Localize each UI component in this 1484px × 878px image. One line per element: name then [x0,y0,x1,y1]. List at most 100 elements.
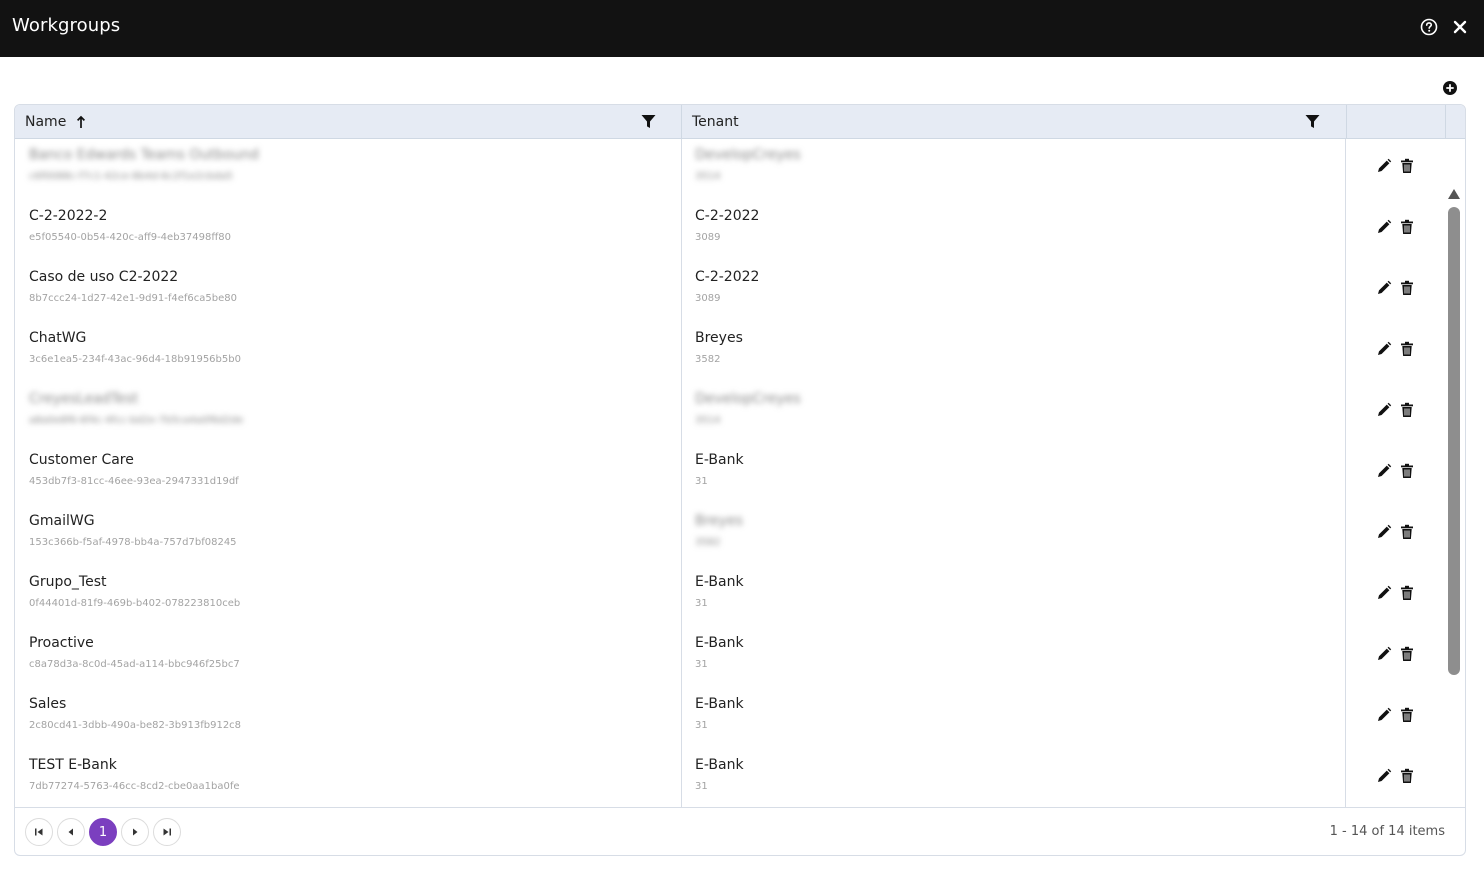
next-page-button[interactable] [121,818,149,846]
delete-button[interactable] [1398,340,1416,358]
last-page-button[interactable] [153,818,181,846]
edit-button[interactable] [1375,340,1393,358]
trash-icon [1400,524,1414,540]
tenant-id: 31 [695,476,708,487]
workgroup-name: GmailWG [29,513,95,529]
delete-button[interactable] [1398,279,1416,297]
grid-body: Banco Edwards Teams Outbound c6f0088c-f7c… [15,139,1465,807]
cell-tenant: DevelopCreyes 3514 [695,383,1335,444]
grid-header: Name Tenant [15,105,1465,139]
tenant-name: E-Bank [695,757,744,773]
table-row[interactable]: Customer Care 453db7f3-81cc-46ee-93ea-294… [15,444,1445,505]
pencil-icon [1376,585,1392,601]
edit-button[interactable] [1375,218,1393,236]
delete-button[interactable] [1398,706,1416,724]
previous-page-button[interactable] [57,818,85,846]
cell-name: Customer Care 453db7f3-81cc-46ee-93ea-294… [29,444,669,505]
workgroup-name: TEST E-Bank [29,757,117,773]
edit-button[interactable] [1375,401,1393,419]
workgroup-name: Banco Edwards Teams Outbound [29,147,259,163]
add-workgroup-button[interactable] [1441,79,1459,97]
edit-button[interactable] [1375,462,1393,480]
tenant-name: DevelopCreyes [695,391,801,407]
tenant-id: 3514 [695,171,721,182]
edit-button[interactable] [1375,584,1393,602]
delete-button[interactable] [1398,157,1416,175]
previous-page-icon [68,828,73,836]
next-page-icon [133,828,138,836]
pager: 1 1 - 14 of 14 items [15,807,1465,855]
cell-name: Sales 2c80cd41-3dbb-490a-be82-3b913fb912c… [29,688,669,749]
delete-button[interactable] [1398,401,1416,419]
pencil-icon [1376,341,1392,357]
delete-button[interactable] [1398,767,1416,785]
pencil-icon [1376,158,1392,174]
tenant-filter-icon[interactable] [1305,114,1321,130]
column-divider [1445,105,1446,139]
trash-icon [1400,341,1414,357]
delete-button[interactable] [1398,462,1416,480]
trash-icon [1400,158,1414,174]
tenant-id: 3089 [695,293,721,304]
tenant-name: C-2-2022 [695,208,760,224]
trash-icon [1400,768,1414,784]
add-circle-icon [1443,81,1457,95]
edit-button[interactable] [1375,706,1393,724]
delete-button[interactable] [1398,584,1416,602]
workgroup-id: 0f44401d-81f9-469b-b402-078223810ceb [29,598,241,609]
help-icon[interactable] [1418,16,1440,38]
cell-tenant: E-Bank 31 [695,749,1335,807]
workgroup-name: Proactive [29,635,94,651]
cell-tenant: E-Bank 31 [695,627,1335,688]
first-page-button[interactable] [25,818,53,846]
scrollbar-thumb[interactable] [1448,207,1460,675]
cell-name: Proactive c8a78d3a-8c0d-45ad-a114-bbc946f… [29,627,669,688]
close-icon[interactable] [1449,16,1471,38]
pager-info: 1 - 14 of 14 items [1329,824,1445,839]
table-row[interactable]: C-2-2022-2 e5f05540-0b54-420c-aff9-4eb374… [15,200,1445,261]
name-filter-icon[interactable] [641,114,657,130]
tenant-id: 31 [695,598,708,609]
page-button-1[interactable]: 1 [89,818,117,846]
column-header-tenant[interactable]: Tenant [682,105,1346,138]
column-header-name[interactable]: Name [15,105,681,138]
trash-icon [1400,707,1414,723]
scroll-up-arrow[interactable] [1447,185,1461,199]
edit-button[interactable] [1375,767,1393,785]
table-row[interactable]: Grupo_Test 0f44401d-81f9-469b-b402-078223… [15,566,1445,627]
tenant-id: 31 [695,659,708,670]
column-divider [1346,105,1347,139]
tenant-id: 31 [695,720,708,731]
table-row[interactable]: CreyesLeadTest a8a0e8f6-6f4c-4fcc-bd2e-7b… [15,383,1445,444]
workgroups-grid: Name Tenant Banco Edwards Teams Outbound… [14,104,1466,856]
workgroup-name: Customer Care [29,452,134,468]
delete-button[interactable] [1398,645,1416,663]
delete-button[interactable] [1398,218,1416,236]
workgroup-name: CreyesLeadTest [29,391,139,407]
trash-icon [1400,402,1414,418]
table-row[interactable]: Banco Edwards Teams Outbound c6f0088c-f7c… [15,139,1445,200]
table-row[interactable]: GmailWG 153c366b-f5af-4978-bb4a-757d7bf08… [15,505,1445,566]
table-row[interactable]: Caso de uso C2-2022 8b7ccc24-1d27-42e1-9d… [15,261,1445,322]
tenant-name: E-Bank [695,635,744,651]
trash-icon [1400,219,1414,235]
table-row[interactable]: TEST E-Bank 7db77274-5763-46cc-8cd2-cbe0a… [15,749,1445,807]
cell-name: ChatWG 3c6e1ea5-234f-43ac-96d4-18b91956b5… [29,322,669,383]
cell-name: TEST E-Bank 7db77274-5763-46cc-8cd2-cbe0a… [29,749,669,807]
table-row[interactable]: Proactive c8a78d3a-8c0d-45ad-a114-bbc946f… [15,627,1445,688]
edit-button[interactable] [1375,157,1393,175]
column-name-label: Name [25,113,67,130]
edit-button[interactable] [1375,279,1393,297]
last-page-icon [163,828,171,836]
cell-tenant: E-Bank 31 [695,444,1335,505]
workgroup-name: Grupo_Test [29,574,107,590]
first-page-icon [35,828,43,836]
table-row[interactable]: Sales 2c80cd41-3dbb-490a-be82-3b913fb912c… [15,688,1445,749]
column-tenant-label: Tenant [692,113,739,130]
table-row[interactable]: ChatWG 3c6e1ea5-234f-43ac-96d4-18b91956b5… [15,322,1445,383]
pencil-icon [1376,646,1392,662]
edit-button[interactable] [1375,523,1393,541]
edit-button[interactable] [1375,645,1393,663]
workgroup-id: e5f05540-0b54-420c-aff9-4eb37498ff80 [29,232,231,243]
delete-button[interactable] [1398,523,1416,541]
